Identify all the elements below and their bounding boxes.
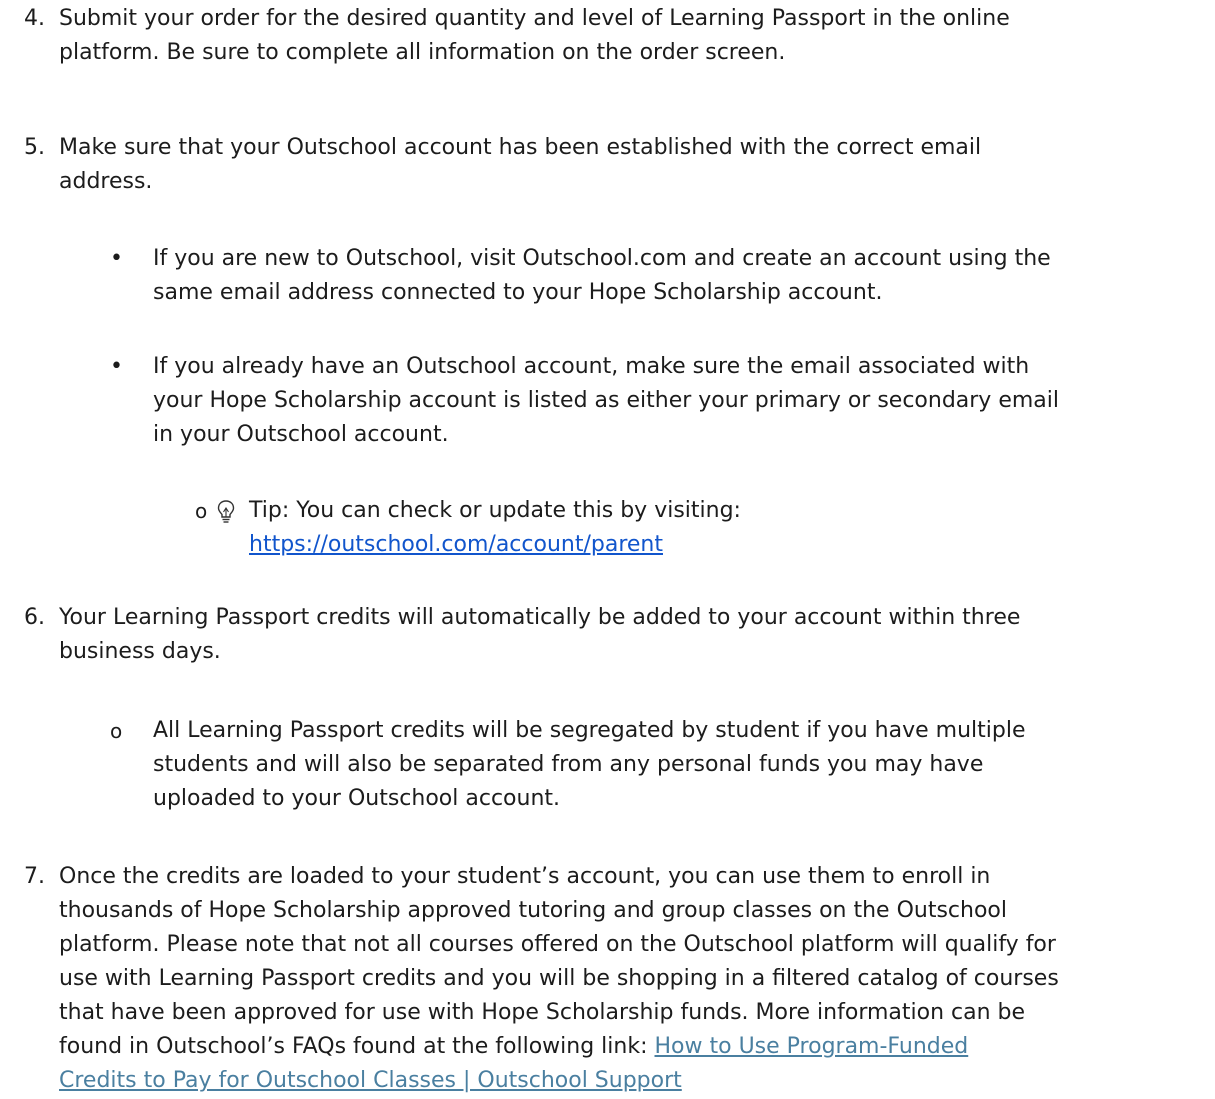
- text-line: platform. Be sure to complete all inform…: [59, 40, 786, 65]
- text-line: platform. Please note that not all cours…: [59, 932, 1056, 957]
- text-line: If you already have an Outschool account…: [153, 354, 1030, 379]
- text-line: same email address connected to your Hop…: [153, 280, 883, 305]
- text-line: uploaded to your Outschool account.: [153, 786, 561, 811]
- text-segment: found in Outschool’s FAQs found at the f…: [59, 1034, 655, 1059]
- text-line: thousands of Hope Scholarship approved t…: [59, 898, 1007, 923]
- text-line: All Learning Passport credits will be se…: [153, 718, 1026, 743]
- text-line: students and will also be separated from…: [153, 752, 984, 777]
- list-number: 6.: [24, 605, 45, 630]
- bullet-text: If you are new to Outschool, visit Outsc…: [153, 242, 1051, 310]
- text-line: business days.: [59, 639, 221, 664]
- list-item-text: Your Learning Passport credits will auto…: [59, 601, 1020, 669]
- list-number: 7.: [24, 864, 45, 889]
- list-item-text: Submit your order for the desired quanti…: [59, 2, 1010, 70]
- document-page: 4. Submit your order for the desired qua…: [0, 0, 1215, 1099]
- text-line: that have been approved for use with Hop…: [59, 1000, 1026, 1025]
- lightbulb-icon: [216, 499, 236, 529]
- list-number: 4.: [24, 6, 45, 31]
- faq-link-part-1[interactable]: How to Use Program-Funded: [655, 1034, 969, 1059]
- bullet-marker: •: [110, 246, 123, 271]
- text-line: use with Learning Passport credits and y…: [59, 966, 1059, 991]
- text-line: found in Outschool’s FAQs found at the f…: [59, 1030, 1059, 1064]
- tip-text: Tip: You can check or update this by vis…: [249, 494, 741, 528]
- sub-bullet-text: All Learning Passport credits will be se…: [153, 714, 1025, 816]
- sub-bullet-marker: o: [110, 719, 123, 743]
- bullet-marker: •: [110, 354, 123, 379]
- text-line: address.: [59, 169, 153, 194]
- tip-link-line: https://outschool.com/account/parent: [249, 528, 663, 562]
- text-line: Your Learning Passport credits will auto…: [59, 605, 1021, 630]
- outschool-account-link[interactable]: https://outschool.com/account/parent: [249, 532, 663, 557]
- text-line: Tip: You can check or update this by vis…: [249, 498, 741, 523]
- list-item-text: Make sure that your Outschool account ha…: [59, 131, 981, 199]
- text-line: If you are new to Outschool, visit Outsc…: [153, 246, 1051, 271]
- list-item-text: Once the credits are loaded to your stud…: [59, 860, 1059, 1098]
- list-number: 5.: [24, 135, 45, 160]
- faq-link-part-2[interactable]: Credits to Pay for Outschool Classes | O…: [59, 1068, 682, 1093]
- text-line: in your Outschool account.: [153, 422, 449, 447]
- text-line: Once the credits are loaded to your stud…: [59, 864, 991, 889]
- text-line: your Hope Scholarship account is listed …: [153, 388, 1059, 413]
- text-line: Submit your order for the desired quanti…: [59, 6, 1010, 31]
- text-line: Credits to Pay for Outschool Classes | O…: [59, 1064, 1059, 1098]
- sub-bullet-marker: o: [195, 499, 208, 523]
- text-line: Make sure that your Outschool account ha…: [59, 135, 982, 160]
- bullet-text: If you already have an Outschool account…: [153, 350, 1059, 452]
